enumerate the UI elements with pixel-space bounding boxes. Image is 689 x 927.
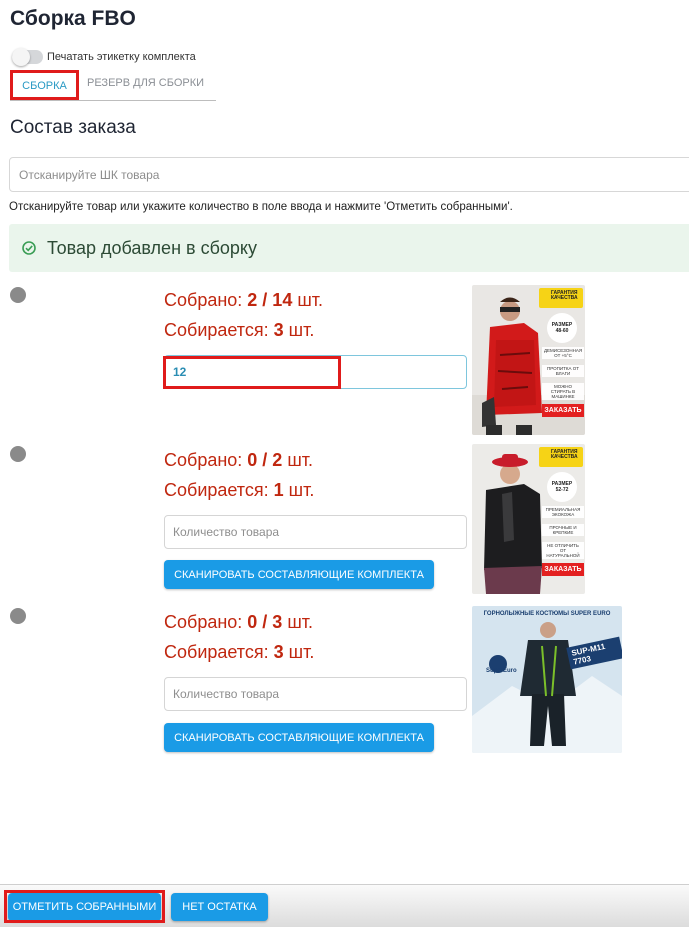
collected-value: 0 / 2 — [247, 450, 283, 470]
print-label-toggle-row: Печатать этикетку комплекта — [12, 48, 196, 66]
footer-toolbar: ОТМЕТИТЬ СОБРАННЫМИ НЕТ ОСТАТКА — [0, 884, 689, 927]
collecting-unit: шт. — [283, 320, 315, 340]
photo-feature: ПРОПИТКА ОТ ВЛАГИ — [542, 365, 584, 377]
scan-hint: Отсканируйте товар или укажите количеств… — [9, 201, 513, 213]
scan-kit-components-button[interactable]: СКАНИРОВАТЬ СОСТАВЛЯЮЩИЕ КОМПЛЕКТА — [164, 723, 434, 752]
collected-label: Собрано: — [164, 612, 248, 632]
photo-feature: НЕ ОТЛИЧИТЬ ОТ НАТУРАЛЬНОЙ — [542, 542, 584, 559]
tabs: СБОРКА РЕЗЕРВ ДЛЯ СБОРКИ — [10, 70, 216, 101]
barcode-scan-input[interactable] — [9, 157, 689, 192]
collected-stat: Собрано: 0 / 3 шт. — [164, 612, 313, 633]
item-status-dot — [10, 608, 26, 624]
collected-unit: шт. — [282, 450, 314, 470]
photo-feature: ПРЕМИАЛЬНАЯ ЭКОКОЖА — [542, 506, 584, 518]
size-value: 52-72 — [555, 487, 569, 493]
no-stock-button[interactable]: НЕТ ОСТАТКА — [171, 893, 268, 921]
check-circle-icon — [22, 241, 36, 255]
photo-feature: ПРОЧНЫЕ И КРЕПКИЕ — [542, 524, 584, 536]
collected-label: Собрано: — [164, 450, 248, 470]
size-circle: РАЗМЕР 48-60 — [547, 313, 577, 343]
collected-value: 0 / 3 — [247, 612, 283, 632]
photo-brand: SuperEuro — [486, 668, 517, 674]
mark-collected-button[interactable]: ОТМЕТИТЬ СОБРАННЫМИ — [8, 893, 161, 921]
size-value: 48-60 — [555, 328, 569, 334]
print-label-toggle-label: Печатать этикетку комплекта — [47, 51, 196, 63]
toggle-knob[interactable] — [12, 48, 30, 66]
collecting-stat: Собирается: 3 шт. — [164, 320, 314, 341]
collecting-unit: шт. — [283, 480, 315, 500]
tab-assembly-reserve[interactable]: РЕЗЕРВ ДЛЯ СБОРКИ — [87, 70, 204, 100]
collected-unit: шт. — [292, 290, 324, 310]
tab-assembly[interactable]: СБОРКА — [10, 70, 79, 100]
product-photo: ГОРНОЛЫЖНЫЕ КОСТЮМЫ SUPER EURO SUP-M11 7… — [472, 606, 622, 753]
collecting-label: Собирается: — [164, 480, 274, 500]
collected-value: 2 / 14 — [247, 290, 293, 310]
collected-stat: Собрано: 2 / 14 шт. — [164, 290, 323, 311]
scan-kit-components-button[interactable]: СКАНИРОВАТЬ СОСТАВЛЯЮЩИЕ КОМПЛЕКТА — [164, 560, 434, 589]
collecting-value: 3 — [273, 320, 284, 340]
photo-order-label: ЗАКАЗАТЬ — [542, 563, 584, 576]
page-title: Сборка FBO — [10, 7, 136, 30]
collecting-label: Собирается: — [164, 642, 274, 662]
collecting-value: 3 — [273, 642, 284, 662]
quantity-input[interactable] — [164, 355, 467, 389]
item-status-dot — [10, 446, 26, 462]
photo-title: ГОРНОЛЫЖНЫЕ КОСТЮМЫ SUPER EURO — [483, 611, 611, 617]
photo-feature: ДЕМИСЕЗОННАЯ ОТ +5°С — [542, 347, 584, 359]
collected-label: Собрано: — [164, 290, 248, 310]
collecting-stat: Собирается: 3 шт. — [164, 642, 314, 663]
collecting-stat: Собирается: 1 шт. — [164, 480, 314, 501]
collected-stat: Собрано: 0 / 2 шт. — [164, 450, 313, 471]
quantity-input[interactable] — [164, 515, 467, 549]
collecting-label: Собирается: — [164, 320, 274, 340]
quality-badge-text: ГАРАНТИЯ КАЧЕСТВА — [551, 449, 578, 460]
collected-unit: шт. — [282, 612, 314, 632]
product-photo: ГАРАНТИЯ КАЧЕСТВА РАЗМЕР 48-60 ДЕМИСЕЗОН… — [472, 285, 585, 435]
photo-feature: МОЖНО СТИРАТЬ В МАШИНКЕ — [542, 383, 584, 400]
success-alert: Товар добавлен в сборку — [9, 224, 689, 272]
product-photo: ГАРАНТИЯ КАЧЕСТВА РАЗМЕР 52-72 ПРЕМИАЛЬН… — [472, 444, 585, 594]
collecting-unit: шт. — [283, 642, 315, 662]
item-status-dot — [10, 287, 26, 303]
print-label-toggle[interactable] — [12, 48, 43, 66]
size-circle: РАЗМЕР 52-72 — [547, 472, 577, 502]
success-alert-text: Товар добавлен в сборку — [47, 237, 257, 258]
collecting-value: 1 — [273, 480, 284, 500]
quality-badge-text: ГАРАНТИЯ КАЧЕСТВА — [551, 290, 578, 301]
photo-order-label: ЗАКАЗАТЬ — [542, 404, 584, 417]
quantity-input[interactable] — [164, 677, 467, 711]
order-section-title: Состав заказа — [10, 117, 136, 138]
